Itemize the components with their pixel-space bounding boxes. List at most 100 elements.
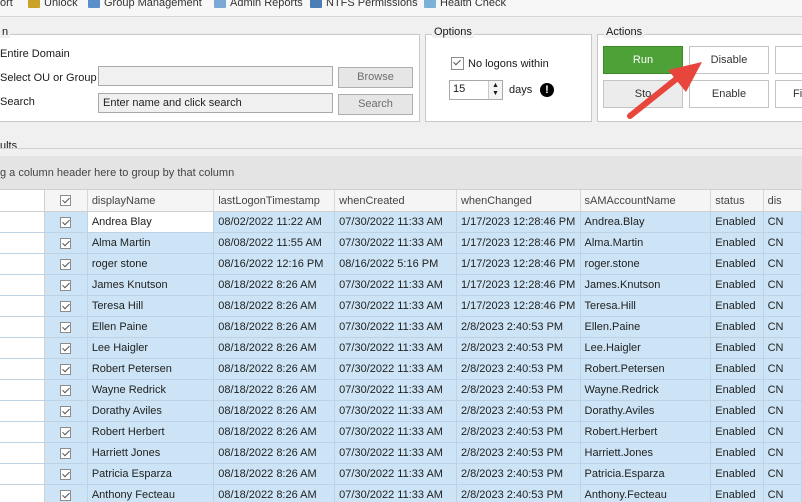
table-cell[interactable]: Anthony.Fecteau xyxy=(580,484,712,502)
table-row[interactable]: Harriett Jones 08/18/2022 8:26 AM 07/30/20… xyxy=(0,442,802,464)
table-cell[interactable]: 2/8/2023 2:40:53 PM xyxy=(456,316,581,338)
table-cell[interactable]: James.Knutson xyxy=(580,274,712,296)
search-button[interactable]: Search xyxy=(338,94,413,115)
table-cell[interactable]: CN xyxy=(763,211,802,233)
table-cell[interactable]: CN xyxy=(763,484,802,502)
table-row[interactable]: Lee Haigler 08/18/2022 8:26 AM 07/30/2022 … xyxy=(0,337,802,359)
table-cell[interactable]: Teresa Hill xyxy=(87,295,215,317)
row-checkbox[interactable] xyxy=(60,279,72,291)
table-cell[interactable]: Robert.Petersen xyxy=(580,358,712,380)
table-cell[interactable]: CN xyxy=(763,421,802,443)
table-row[interactable]: James Knutson 08/18/2022 8:26 AM 07/30/202… xyxy=(0,274,802,296)
table-cell[interactable]: Enabled xyxy=(710,358,764,380)
row-checkbox[interactable] xyxy=(60,426,72,438)
row-checkbox-cell[interactable] xyxy=(44,400,88,422)
table-cell[interactable]: Wayne Redrick xyxy=(87,379,215,401)
row-checkbox-cell[interactable] xyxy=(44,232,88,254)
column-header[interactable]: lastLogonTimestamp xyxy=(213,190,336,212)
tab-unlock[interactable]: Unlock xyxy=(28,0,78,10)
row-checkbox-cell[interactable] xyxy=(44,337,88,359)
row-checkbox-cell[interactable] xyxy=(44,463,88,485)
extra-button-top[interactable] xyxy=(775,46,802,74)
group-by-panel[interactable]: g a column header here to group by that … xyxy=(0,156,802,190)
search-input[interactable]: Enter name and click search xyxy=(98,93,333,113)
row-indicator[interactable] xyxy=(0,484,45,502)
row-checkbox[interactable] xyxy=(60,258,72,270)
table-cell[interactable]: Robert.Herbert xyxy=(580,421,712,443)
table-cell[interactable]: CN xyxy=(763,295,802,317)
table-cell[interactable]: Enabled xyxy=(710,316,764,338)
tab-health-check[interactable]: Health Check xyxy=(424,0,506,10)
table-cell[interactable]: 2/8/2023 2:40:53 PM xyxy=(456,358,581,380)
table-cell[interactable]: 07/30/2022 11:33 AM xyxy=(334,211,457,233)
row-checkbox-cell[interactable] xyxy=(44,295,88,317)
results-grid[interactable]: displayName lastLogonTimestamp whenCreat… xyxy=(0,190,802,502)
stepper-arrows[interactable]: ▲ ▼ xyxy=(488,81,502,99)
column-header[interactable]: displayName xyxy=(87,190,215,212)
table-row[interactable]: Teresa Hill 08/18/2022 8:26 AM 07/30/2022 … xyxy=(0,295,802,317)
row-checkbox[interactable] xyxy=(60,216,72,228)
row-indicator[interactable] xyxy=(0,337,45,359)
row-checkbox[interactable] xyxy=(60,384,72,396)
table-cell[interactable]: 08/18/2022 8:26 AM xyxy=(213,463,336,485)
chevron-up-icon[interactable]: ▲ xyxy=(492,82,499,90)
table-cell[interactable]: Enabled xyxy=(710,211,764,233)
row-checkbox-cell[interactable] xyxy=(44,211,88,233)
select-ou-option[interactable]: Select OU or Group xyxy=(0,72,97,84)
row-checkbox[interactable] xyxy=(60,468,72,480)
table-cell[interactable]: CN xyxy=(763,463,802,485)
table-cell[interactable]: 08/18/2022 8:26 AM xyxy=(213,484,336,502)
table-cell[interactable]: Enabled xyxy=(710,421,764,443)
table-cell[interactable]: CN xyxy=(763,337,802,359)
table-cell[interactable]: 2/8/2023 2:40:53 PM xyxy=(456,379,581,401)
search-option[interactable]: Search xyxy=(0,96,35,108)
table-cell[interactable]: 08/08/2022 11:55 AM xyxy=(213,232,336,254)
table-cell[interactable]: 07/30/2022 11:33 AM xyxy=(334,358,457,380)
table-row[interactable]: Alma Martin 08/08/2022 11:55 AM 07/30/2022… xyxy=(0,232,802,254)
table-cell[interactable]: 2/8/2023 2:40:53 PM xyxy=(456,484,581,502)
table-cell[interactable]: Alma Martin xyxy=(87,232,215,254)
tab-report[interactable]: ort xyxy=(0,0,13,10)
table-row[interactable]: Wayne Redrick 08/18/2022 8:26 AM 07/30/202… xyxy=(0,379,802,401)
table-cell[interactable]: 08/18/2022 8:26 AM xyxy=(213,442,336,464)
table-cell[interactable]: CN xyxy=(763,379,802,401)
row-indicator[interactable] xyxy=(0,379,45,401)
row-checkbox[interactable] xyxy=(60,321,72,333)
table-cell[interactable]: Andrea Blay xyxy=(87,211,215,233)
table-cell[interactable]: 1/17/2023 12:28:46 PM xyxy=(456,211,581,233)
table-cell[interactable]: 07/30/2022 11:33 AM xyxy=(334,274,457,296)
table-cell[interactable]: 1/17/2023 12:28:46 PM xyxy=(456,253,581,275)
table-cell[interactable]: 07/30/2022 11:33 AM xyxy=(334,337,457,359)
table-cell[interactable]: CN xyxy=(763,400,802,422)
table-row[interactable]: Ellen Paine 08/18/2022 8:26 AM 07/30/2022 … xyxy=(0,316,802,338)
row-indicator[interactable] xyxy=(0,316,45,338)
row-indicator[interactable] xyxy=(0,253,45,275)
row-checkbox[interactable] xyxy=(60,237,72,249)
table-cell[interactable]: 1/17/2023 12:28:46 PM xyxy=(456,295,581,317)
column-header[interactable]: sAMAccountName xyxy=(580,190,712,212)
table-cell[interactable]: Enabled xyxy=(710,232,764,254)
table-cell[interactable]: Enabled xyxy=(710,295,764,317)
table-cell[interactable]: Lee.Haigler xyxy=(580,337,712,359)
table-cell[interactable]: Enabled xyxy=(710,400,764,422)
table-row[interactable]: roger stone 08/16/2022 12:16 PM 08/16/2022… xyxy=(0,253,802,275)
table-cell[interactable]: Ellen Paine xyxy=(87,316,215,338)
table-cell[interactable]: CN xyxy=(763,442,802,464)
days-stepper[interactable]: 15 ▲ ▼ xyxy=(449,80,503,100)
select-all-checkbox[interactable] xyxy=(60,195,72,207)
table-cell[interactable]: 08/18/2022 8:26 AM xyxy=(213,274,336,296)
table-cell[interactable]: Patricia.Esparza xyxy=(580,463,712,485)
table-cell[interactable]: 1/17/2023 12:28:46 PM xyxy=(456,232,581,254)
row-indicator[interactable] xyxy=(0,442,45,464)
table-cell[interactable]: 08/18/2022 8:26 AM xyxy=(213,421,336,443)
table-cell[interactable]: 07/30/2022 11:33 AM xyxy=(334,379,457,401)
column-header[interactable]: whenCreated xyxy=(334,190,457,212)
table-cell[interactable]: Enabled xyxy=(710,463,764,485)
table-cell[interactable]: CN xyxy=(763,253,802,275)
table-cell[interactable]: Robert Herbert xyxy=(87,421,215,443)
table-cell[interactable]: 2/8/2023 2:40:53 PM xyxy=(456,421,581,443)
table-cell[interactable]: 08/18/2022 8:26 AM xyxy=(213,400,336,422)
column-header[interactable]: status xyxy=(710,190,764,212)
table-row[interactable]: Anthony Fecteau 08/18/2022 8:26 AM 07/30/2… xyxy=(0,484,802,502)
table-cell[interactable]: roger stone xyxy=(87,253,215,275)
